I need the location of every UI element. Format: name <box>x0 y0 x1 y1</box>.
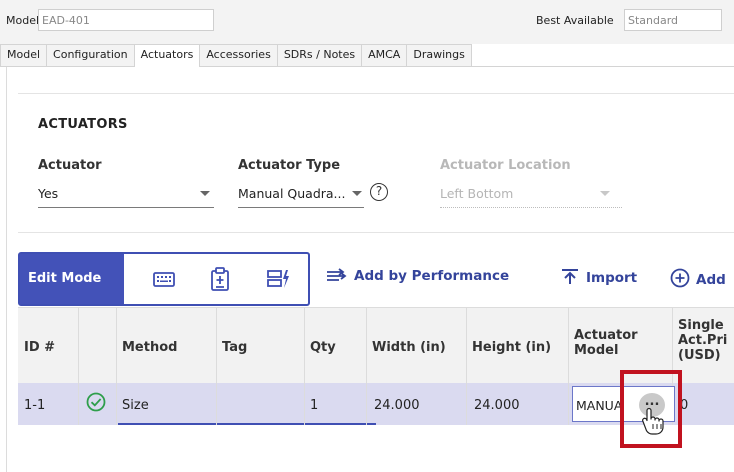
tab-sdrs-notes[interactable]: SDRs / Notes <box>276 44 363 66</box>
add-by-performance-label: Add by Performance <box>354 268 510 284</box>
chevron-down-icon[interactable] <box>352 191 362 196</box>
import-icon <box>562 269 578 284</box>
actuator-type-label: Actuator Type <box>238 158 341 173</box>
tab-amca[interactable]: AMCA <box>361 44 408 66</box>
actuator-type-select[interactable]: Manual Quadra... <box>238 186 345 201</box>
edit-mode-label: Edit Mode <box>20 254 124 304</box>
bulk-edit-icon[interactable] <box>264 264 292 294</box>
section-title: ACTUATORS <box>38 117 128 132</box>
column-separator <box>568 307 569 425</box>
header-line: Single <box>678 318 724 333</box>
help-icon[interactable]: ? <box>370 183 388 201</box>
import-label: Import <box>586 270 638 286</box>
actuator-type-underline <box>238 207 364 208</box>
row-focus-underline <box>118 423 376 425</box>
cell-height[interactable]: 24.000 <box>474 398 520 413</box>
check-circle-icon <box>86 392 106 412</box>
tab-accessories[interactable]: Accessories <box>199 44 278 66</box>
add-label: Add <box>696 272 726 288</box>
tab-configuration[interactable]: Configuration <box>46 44 135 66</box>
keyboard-icon[interactable] <box>150 264 178 294</box>
column-header-height[interactable]: Height (in) <box>472 340 551 355</box>
actuator-label: Actuator <box>38 158 102 173</box>
column-separator <box>216 307 217 425</box>
tab-model[interactable]: Model <box>0 44 48 66</box>
chevron-down-icon <box>600 191 610 196</box>
best-available-field[interactable]: Standard <box>624 9 722 31</box>
cell-method[interactable]: Size <box>122 398 149 413</box>
add-by-performance-button[interactable]: Add by Performance <box>326 268 509 284</box>
tab-bar: Model Configuration Actuators Accessorie… <box>0 44 472 67</box>
chevron-down-icon[interactable] <box>200 191 210 196</box>
cell-id[interactable]: 1-1 <box>24 398 45 413</box>
tab-actuators[interactable]: Actuators <box>133 44 201 67</box>
column-separator <box>466 307 467 425</box>
column-header-tag[interactable]: Tag <box>222 340 247 355</box>
cell-width[interactable]: 24.000 <box>374 398 420 413</box>
actuator-location-label: Actuator Location <box>440 158 571 173</box>
add-circle-icon <box>670 268 690 288</box>
paste-icon[interactable] <box>206 264 234 294</box>
column-separator <box>78 307 79 425</box>
column-header-qty[interactable]: Qty <box>310 340 336 355</box>
actuator-location-underline <box>440 207 622 208</box>
actuator-underline <box>38 207 214 208</box>
add-button[interactable]: Add <box>670 268 726 288</box>
column-separator <box>304 307 305 425</box>
column-header-actuator-model[interactable]: Actuator Model <box>574 328 638 358</box>
column-header-id[interactable]: ID # <box>24 340 55 355</box>
cell-qty[interactable]: 1 <box>310 398 318 413</box>
best-available-label: Best Available <box>536 14 614 27</box>
header-line: Model <box>574 343 619 358</box>
actuator-location-select: Left Bottom <box>440 186 514 201</box>
column-separator <box>116 307 117 425</box>
header-line: Actuator <box>574 328 638 343</box>
hand-cursor-icon <box>640 406 666 436</box>
column-separator <box>366 307 367 425</box>
model-label: Model <box>6 14 40 27</box>
actuators-card <box>18 93 734 233</box>
performance-arrows-icon <box>327 268 347 281</box>
edit-mode-group: Edit Mode <box>18 252 310 306</box>
actuator-select[interactable]: Yes <box>38 186 58 201</box>
column-header-method[interactable]: Method <box>122 340 177 355</box>
model-field[interactable]: EAD-401 <box>38 9 214 31</box>
column-header-width[interactable]: Width (in) <box>372 340 446 355</box>
tab-drawings[interactable]: Drawings <box>406 44 472 66</box>
header-line: (USD) <box>678 348 721 363</box>
column-header-price[interactable]: Single Act.Pri (USD) <box>678 318 727 363</box>
header-line: Act.Pri <box>678 333 728 348</box>
import-button[interactable]: Import <box>560 268 637 286</box>
